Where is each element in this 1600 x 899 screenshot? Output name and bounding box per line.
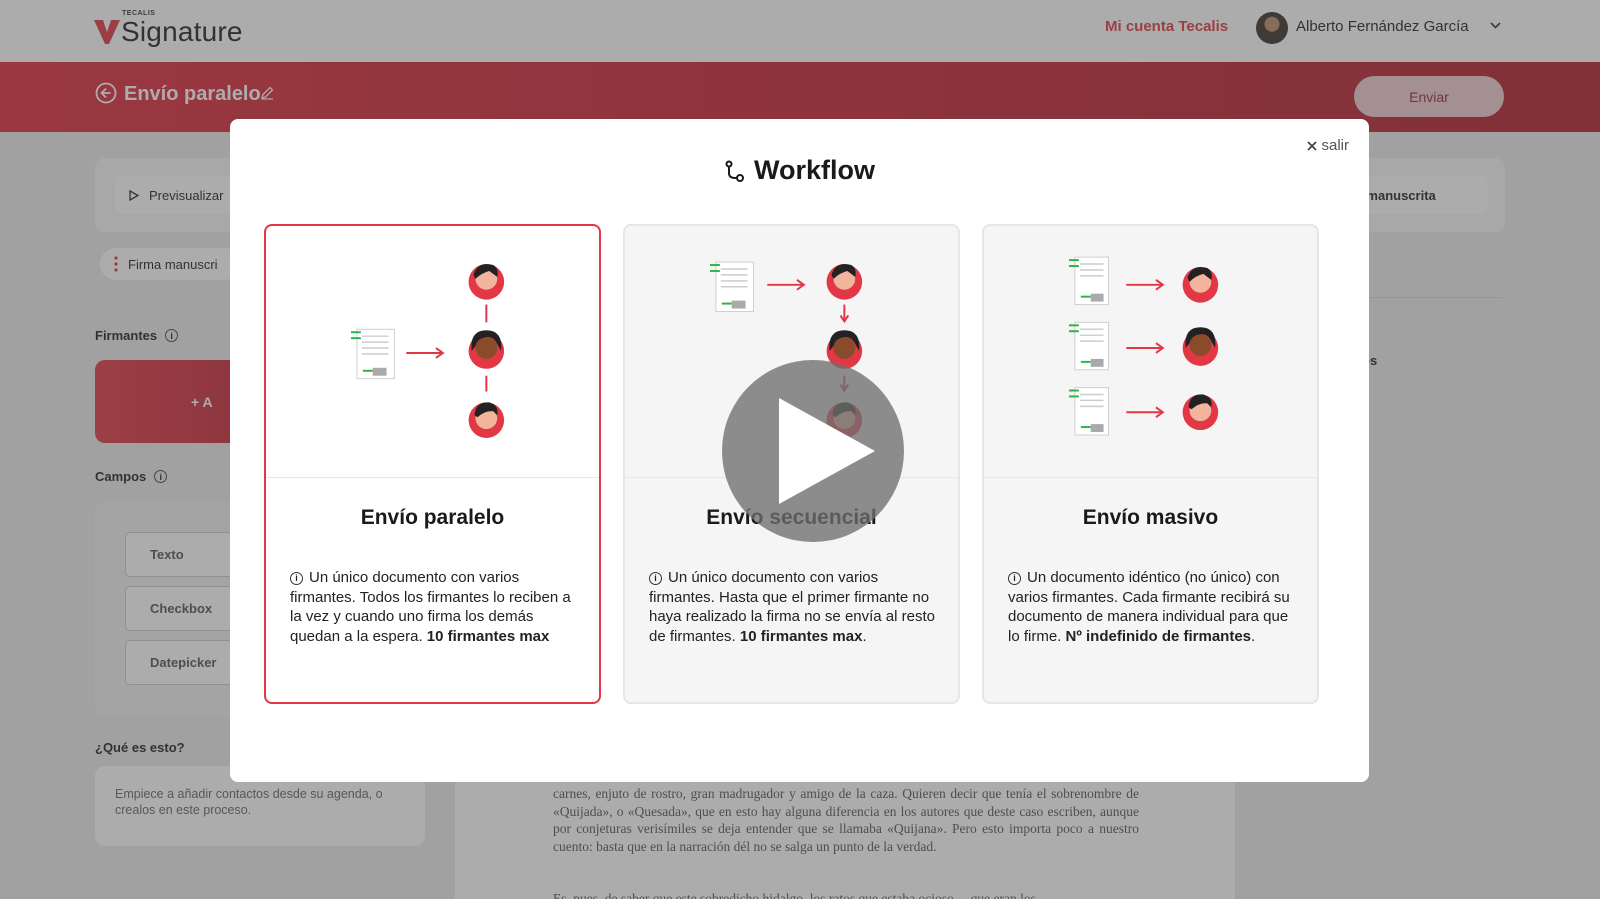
workflow-option-massive[interactable]: Envío masivo i Un documento idéntico (no … xyxy=(982,224,1319,704)
option-description: i Un documento idéntico (no único) con va… xyxy=(1008,568,1298,646)
modal-title: Workflow xyxy=(754,155,875,185)
option-desc-bold: Nº indefinido de firmantes xyxy=(1065,627,1252,645)
massive-illustration xyxy=(1068,256,1219,436)
workflow-option-parallel[interactable]: Envío paralelo i Un único documento con v… xyxy=(264,224,601,704)
workflow-icon xyxy=(725,160,744,182)
option-desc-bold: 10 firmantes max xyxy=(739,627,863,645)
card-divider xyxy=(984,477,1317,478)
card-divider xyxy=(266,477,599,478)
option-description: i Un único documento con varios firmantes… xyxy=(649,568,939,646)
option-desc-suffix: . xyxy=(1251,627,1256,645)
play-video-button[interactable] xyxy=(722,360,904,542)
info-icon: i xyxy=(1008,572,1021,586)
info-icon: i xyxy=(649,572,662,586)
close-button[interactable]: salir xyxy=(1307,137,1349,154)
option-title: Envío paralelo xyxy=(360,506,505,529)
option-desc-suffix: . xyxy=(862,627,867,645)
option-description: i Un único documento con varios firmantes… xyxy=(290,568,580,646)
play-icon xyxy=(779,398,875,504)
close-label: salir xyxy=(1321,137,1349,154)
info-icon: i xyxy=(290,572,303,586)
close-icon[interactable] xyxy=(1307,140,1318,151)
modal-header: Workflow xyxy=(230,155,1369,186)
option-title: Envío masivo xyxy=(1082,506,1219,529)
parallel-illustration xyxy=(350,264,505,438)
option-desc-bold: 10 firmantes max xyxy=(426,627,550,645)
